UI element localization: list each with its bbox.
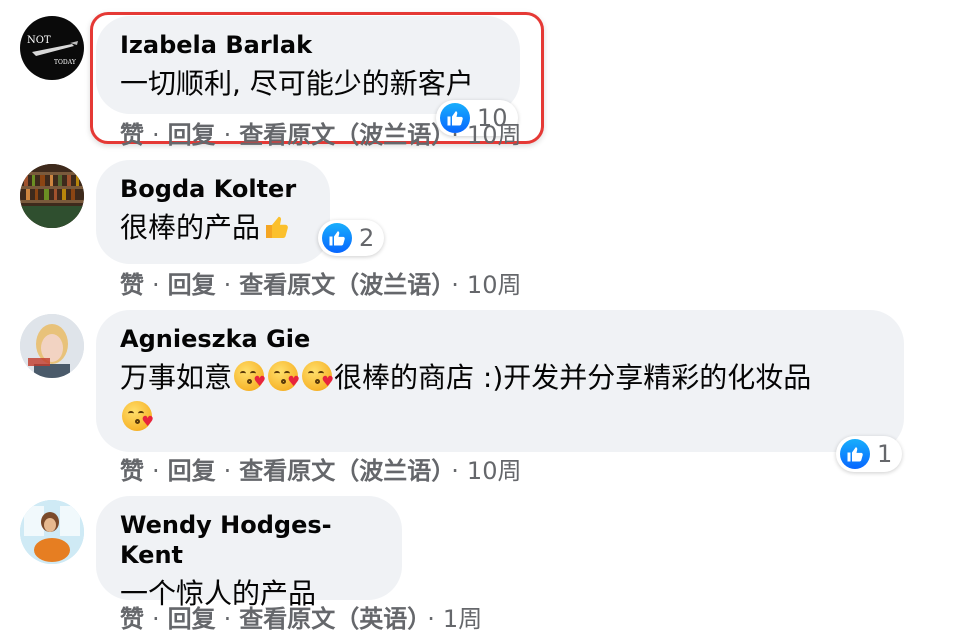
thumbs-up-emoji [262, 211, 292, 252]
avatar-bookshelf-image [20, 164, 84, 228]
comment-actions: 赞 · 回复 · 查看原文（波兰语） · 10周 [120, 120, 521, 150]
face-blowing-kiss-emoji: ♥ [122, 401, 154, 431]
comment-text-part1: 万事如意 [120, 361, 233, 394]
thumbs-up-icon [322, 223, 352, 253]
timestamp[interactable]: 10周 [467, 121, 522, 149]
separator: · [427, 605, 435, 633]
avatar-portrait-image [20, 314, 84, 378]
avatar-bogda[interactable] [20, 164, 84, 228]
separator: · [451, 457, 459, 485]
separator: · [152, 457, 160, 485]
timestamp[interactable]: 1周 [443, 605, 482, 633]
comment-text: 万事如意 ♥ ♥ ♥ 很棒的商店 :)开发并分享精彩的化妆品 [120, 358, 880, 398]
comment-text: 一切顺利, 尽可能少的新客户 [120, 67, 474, 100]
svg-text:NOT: NOT [27, 35, 51, 46]
comment-actions: 赞 · 回复 · 查看原文（英语） · 1周 [120, 604, 482, 634]
comment-text-part2: 很棒的商店 :)开发并分享精彩的化妆品 [334, 361, 812, 394]
comment-author[interactable]: Wendy Hodges-Kent [120, 510, 378, 570]
like-link[interactable]: 赞 [120, 457, 144, 485]
timestamp[interactable]: 10周 [467, 271, 522, 299]
like-link[interactable]: 赞 [120, 605, 144, 633]
avatar-wendy[interactable] [20, 500, 84, 564]
comment-bubble: Wendy Hodges-Kent 一个惊人的产品 [96, 496, 402, 610]
comment-actions: 赞 · 回复 · 查看原文（波兰语） · 10周 [120, 270, 521, 300]
like-link[interactable]: 赞 [120, 121, 144, 149]
comment-author[interactable]: Izabela Barlak [120, 30, 496, 60]
reaction-badge[interactable]: 2 [318, 220, 385, 256]
see-original-link[interactable]: 查看原文（波兰语） [239, 271, 443, 299]
separator: · [152, 271, 160, 299]
comment-text-content: 很棒的产品 [120, 211, 261, 244]
separator: · [223, 121, 232, 149]
face-blowing-kiss-emoji: ♥ [302, 361, 334, 391]
separator: · [223, 457, 232, 485]
comment-text: 很棒的产品 [120, 208, 306, 252]
separator: · [451, 271, 459, 299]
comment-bubble: Agnieszka Gie 万事如意 ♥ ♥ ♥ 很棒的商店 :)开发并分享精彩的化妆品… [96, 310, 904, 452]
see-original-link[interactable]: 查看原文（波兰语） [239, 121, 443, 149]
reply-link[interactable]: 回复 [168, 605, 216, 633]
avatar-not-today-logo: NOT TODAY [27, 35, 78, 66]
avatar-izabela[interactable]: NOT TODAY [20, 16, 84, 80]
avatar-agnieszka[interactable] [20, 314, 84, 378]
face-blowing-kiss-emoji: ♥ [234, 361, 266, 391]
svg-text:TODAY: TODAY [54, 59, 77, 66]
reaction-count: 1 [877, 440, 893, 468]
separator: · [451, 121, 459, 149]
reply-link[interactable]: 回复 [168, 121, 216, 149]
face-blowing-kiss-emoji: ♥ [268, 361, 300, 391]
reaction-badge[interactable]: 1 [836, 436, 903, 472]
comment-text-line2: ♥ [120, 398, 880, 438]
reaction-count: 2 [359, 224, 375, 252]
like-link[interactable]: 赞 [120, 271, 144, 299]
reply-link[interactable]: 回复 [168, 457, 216, 485]
separator: · [223, 605, 232, 633]
reply-link[interactable]: 回复 [168, 271, 216, 299]
comment-author[interactable]: Agnieszka Gie [120, 324, 880, 354]
avatar-portrait-image [20, 500, 84, 564]
separator: · [152, 121, 160, 149]
comment-author[interactable]: Bogda Kolter [120, 174, 306, 204]
comment-bubble: Bogda Kolter 很棒的产品 [96, 160, 330, 264]
see-original-link[interactable]: 查看原文（英语） [239, 605, 419, 633]
separator: · [152, 605, 160, 633]
thumbs-up-icon [840, 439, 870, 469]
separator: · [223, 271, 232, 299]
see-original-link[interactable]: 查看原文（波兰语） [239, 457, 443, 485]
comment-actions: 赞 · 回复 · 查看原文（波兰语） · 10周 [120, 456, 521, 486]
timestamp[interactable]: 10周 [467, 457, 522, 485]
